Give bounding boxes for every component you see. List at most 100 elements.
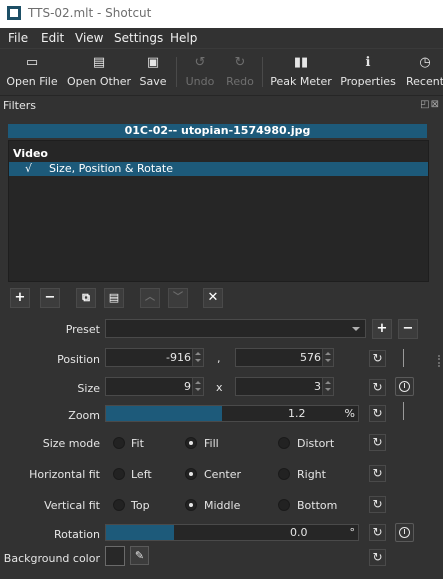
zoom-slider[interactable]: 1.2 %: [105, 405, 359, 422]
horizontal-fit-center-label[interactable]: Center: [204, 468, 241, 481]
size-mode-reset-button[interactable]: ↻: [369, 434, 386, 451]
filter-list-item[interactable]: √ Size, Position & Rotate: [9, 162, 428, 176]
close-panel-icon[interactable]: ⊠: [431, 99, 440, 110]
reset-icon: ↻: [372, 497, 383, 511]
menu-edit[interactable]: Edit: [41, 31, 64, 45]
window-title: TTS-02.mlt - Shotcut: [28, 6, 152, 20]
menu-bar: File Edit View Settings Help: [0, 28, 443, 48]
rotation-reset-button[interactable]: ↻: [369, 524, 386, 541]
size-width-value: 9: [184, 380, 191, 393]
size-mode-fit-label[interactable]: Fit: [131, 437, 144, 450]
filter-list[interactable]: Video √ Size, Position & Rotate: [8, 140, 429, 282]
panel-title: Filters: [3, 99, 36, 112]
vertical-fit-bottom-radio[interactable]: [278, 499, 290, 511]
zoom-slider-fill: [106, 406, 222, 421]
horizontal-fit-label: Horizontal fit: [29, 468, 100, 481]
filter-enabled-checkbox[interactable]: √: [25, 162, 32, 175]
horizontal-fit-reset-button[interactable]: ↻: [369, 465, 386, 482]
position-y-field[interactable]: 576: [235, 348, 334, 367]
add-filter-button[interactable]: +: [10, 288, 30, 308]
title-bar: TTS-02.mlt - Shotcut: [0, 0, 443, 28]
undo-button[interactable]: ↺ Undo: [184, 49, 216, 95]
copy-filters-button[interactable]: ⧉: [76, 288, 96, 308]
rotation-slider[interactable]: 0.0 °: [105, 524, 359, 541]
open-file-button[interactable]: ▭ Open File: [4, 49, 60, 95]
horizontal-fit-left-label[interactable]: Left: [131, 468, 152, 481]
size-width-field[interactable]: 9: [105, 377, 204, 396]
horizontal-fit-right-label[interactable]: Right: [297, 468, 326, 481]
rotation-value: 0.0: [290, 526, 308, 539]
peak-meter-icon: ▮▮: [293, 55, 309, 70]
open-other-icon: ▤: [92, 55, 106, 70]
remove-filter-button[interactable]: −: [40, 288, 60, 308]
paste-filters-button[interactable]: ▤: [104, 288, 124, 308]
zoom-reset-button[interactable]: ↻: [369, 405, 386, 422]
delete-preset-button[interactable]: −: [398, 319, 418, 339]
rotation-label: Rotation: [53, 528, 100, 541]
background-color-reset-button[interactable]: ↻: [369, 549, 386, 566]
chevron-up-icon: ︿: [145, 292, 155, 303]
properties-button[interactable]: ℹ Properties: [338, 49, 398, 95]
toolbar-separator: [262, 57, 263, 87]
open-file-label: Open File: [6, 75, 58, 88]
vertical-fit-middle-label[interactable]: Middle: [204, 499, 240, 512]
copy-icon: ⧉: [82, 291, 90, 304]
save-button[interactable]: ▣ Save: [136, 49, 170, 95]
spin-arrows-icon[interactable]: [322, 349, 333, 366]
horizontal-fit-left-radio[interactable]: [113, 468, 125, 480]
menu-help[interactable]: Help: [170, 31, 197, 45]
close-icon: ✕: [207, 290, 219, 305]
vertical-fit-middle-radio[interactable]: [185, 499, 197, 511]
size-separator: x: [216, 381, 223, 394]
minus-icon: −: [44, 290, 56, 305]
spin-arrows-icon[interactable]: [322, 378, 333, 395]
menu-file[interactable]: File: [8, 31, 28, 45]
splitter-handle[interactable]: [438, 355, 442, 367]
position-x-value: -916: [166, 351, 191, 364]
size-mode-distort-label[interactable]: Distort: [297, 437, 334, 450]
preset-combobox[interactable]: [105, 319, 366, 338]
plus-icon: +: [14, 290, 26, 305]
size-height-field[interactable]: 3: [235, 377, 334, 396]
spin-arrows-icon[interactable]: [192, 378, 203, 395]
eyedropper-icon: ✎: [134, 549, 145, 562]
position-keyframe-divider: [403, 349, 404, 367]
menu-view[interactable]: View: [75, 31, 103, 45]
float-panel-icon[interactable]: ◰: [420, 99, 430, 110]
size-reset-button[interactable]: ↻: [369, 379, 386, 396]
color-picker-button[interactable]: ✎: [130, 546, 149, 565]
size-mode-distort-radio[interactable]: [278, 437, 290, 449]
menu-settings[interactable]: Settings: [114, 31, 163, 45]
move-filter-down-button[interactable]: ﹀: [168, 288, 188, 308]
info-icon: ℹ: [365, 55, 371, 70]
recent-button[interactable]: ◷ Recent: [404, 49, 443, 95]
deselect-filter-button[interactable]: ✕: [203, 288, 223, 308]
vertical-fit-top-radio[interactable]: [113, 499, 125, 511]
horizontal-fit-center-radio[interactable]: [185, 468, 197, 480]
spin-arrows-icon[interactable]: [192, 349, 203, 366]
open-other-button[interactable]: ▤ Open Other: [64, 49, 134, 95]
save-preset-button[interactable]: +: [372, 319, 392, 339]
background-color-swatch[interactable]: [105, 546, 125, 566]
zoom-value: 1.2: [288, 407, 306, 420]
vertical-fit-bottom-label[interactable]: Bottom: [297, 499, 337, 512]
vertical-fit-top-label[interactable]: Top: [131, 499, 150, 512]
app-icon: [7, 6, 21, 20]
redo-button[interactable]: ↻ Redo: [224, 49, 256, 95]
move-filter-up-button[interactable]: ︿: [140, 288, 160, 308]
size-keyframes-button[interactable]: [395, 377, 414, 396]
vertical-fit-label: Vertical fit: [44, 499, 100, 512]
properties-label: Properties: [340, 75, 396, 88]
size-mode-fit-radio[interactable]: [113, 437, 125, 449]
rotation-keyframes-button[interactable]: [395, 523, 414, 542]
size-mode-fill-label[interactable]: Fill: [204, 437, 219, 450]
reset-icon: ↻: [372, 406, 383, 420]
filter-name: Size, Position & Rotate: [49, 162, 173, 175]
size-mode-fill-radio[interactable]: [185, 437, 197, 449]
position-reset-button[interactable]: ↻: [369, 350, 386, 367]
peak-meter-button[interactable]: ▮▮ Peak Meter: [270, 49, 332, 95]
horizontal-fit-right-radio[interactable]: [278, 468, 290, 480]
position-x-field[interactable]: -916: [105, 348, 204, 367]
reset-icon: ↻: [372, 435, 383, 449]
vertical-fit-reset-button[interactable]: ↻: [369, 496, 386, 513]
